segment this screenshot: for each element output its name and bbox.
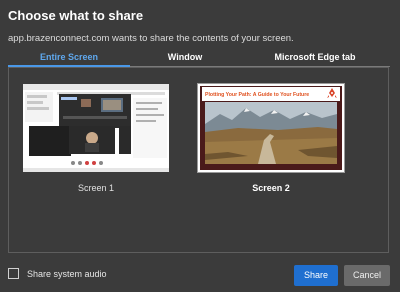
screen-1-thumbnail: [23, 84, 169, 172]
share-audio-checkbox[interactable]: [8, 268, 19, 279]
share-button[interactable]: Share: [294, 265, 338, 286]
screen-2-thumbnail: Plotting Your Path: A Guide to Your Futu…: [197, 83, 345, 173]
screen-2-tile[interactable]: Plotting Your Path: A Guide to Your Futu…: [197, 83, 345, 196]
screen-2-label: Screen 2: [252, 183, 290, 193]
tab-window[interactable]: Window: [130, 49, 240, 65]
screen-1-label: Screen 1: [77, 183, 115, 193]
tab-entire-screen[interactable]: Entire Screen: [8, 49, 130, 65]
dialog-title: Choose what to share: [8, 8, 144, 23]
dialog-subtitle: app.brazenconnect.com wants to share the…: [8, 33, 294, 44]
slide-title-text: Plotting Your Path: A Guide to Your Futu…: [205, 92, 309, 98]
dialog-footer: Share system audio Share Cancel: [0, 260, 400, 292]
screen-list: Screen 1 Plotting Your Path: A Guide to …: [8, 67, 389, 253]
cancel-button[interactable]: Cancel: [344, 265, 390, 286]
tab-edge-tab[interactable]: Microsoft Edge tab: [240, 49, 390, 65]
share-audio-label: Share system audio: [27, 269, 107, 279]
source-tabs: Entire Screen Window Microsoft Edge tab: [8, 49, 390, 67]
screen-1-tile[interactable]: Screen 1: [23, 84, 169, 196]
